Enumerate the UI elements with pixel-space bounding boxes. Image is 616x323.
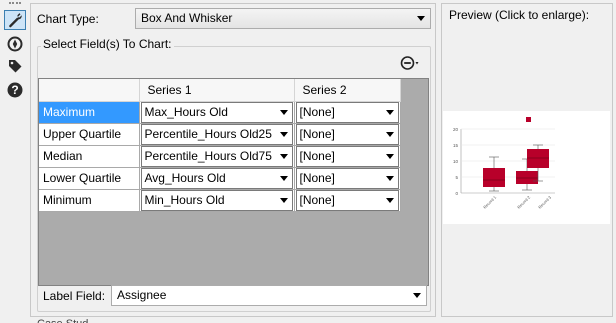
help-icon: ? bbox=[7, 82, 23, 98]
y-tick-label: 0 bbox=[455, 191, 458, 196]
series-1-value: Percentile_Hours Old75 bbox=[144, 148, 272, 163]
grip-handle[interactable] bbox=[9, 2, 21, 5]
series-1-select[interactable]: Max_Hours Old bbox=[140, 101, 293, 123]
svg-text:?: ? bbox=[11, 83, 18, 97]
series-2-cell: [None] bbox=[294, 101, 401, 124]
label-field-value: Assignee bbox=[117, 288, 167, 302]
series-2-cell: [None] bbox=[294, 167, 401, 190]
y-tick-label: 10 bbox=[453, 159, 459, 164]
series-1-select[interactable]: Percentile_Hours Old75 bbox=[140, 145, 293, 167]
preview-title: Preview (Click to enlarge): bbox=[449, 8, 590, 22]
chevron-down-icon bbox=[385, 197, 394, 203]
label-field-dropdown[interactable]: Assignee bbox=[111, 285, 427, 306]
series-2-select[interactable]: [None] bbox=[295, 123, 399, 145]
chevron-down-icon bbox=[279, 197, 288, 203]
row-label[interactable]: Minimum bbox=[39, 189, 140, 212]
series-1-select[interactable]: Percentile_Hours Old25 bbox=[140, 123, 293, 145]
row-label[interactable]: Upper Quartile bbox=[39, 123, 140, 146]
chevron-down-icon bbox=[279, 109, 288, 115]
chevron-down-icon bbox=[279, 153, 288, 159]
chevron-down-icon bbox=[385, 175, 394, 181]
chevron-down-icon bbox=[385, 153, 394, 159]
series-2-cell: [None] bbox=[294, 189, 401, 212]
series-2-value: [None] bbox=[299, 192, 335, 207]
table-row: Maximum Max_Hours Old [None] bbox=[39, 101, 401, 124]
series-1-value: Percentile_Hours Old25 bbox=[144, 126, 272, 141]
row-label[interactable]: Maximum bbox=[39, 101, 140, 124]
x-tick-label: Record 3 bbox=[537, 194, 553, 210]
tag-icon bbox=[7, 58, 23, 74]
series-grid: Series 1 Series 2 Maximum Max_Hours Old … bbox=[38, 78, 429, 286]
minus-circle-icon bbox=[400, 55, 424, 74]
help-tool[interactable]: ? bbox=[4, 80, 26, 100]
bottom-clipped-text: Case Stud... bbox=[37, 318, 98, 323]
table-row: Minimum Min_Hours Old [None] bbox=[39, 189, 401, 212]
x-tick-label: Record 2 bbox=[516, 194, 532, 210]
series-1-cell: Max_Hours Old bbox=[139, 101, 295, 124]
series-table: Series 1 Series 2 Maximum Max_Hours Old … bbox=[39, 79, 401, 212]
table-row: Median Percentile_Hours Old75 [None] bbox=[39, 145, 401, 168]
series-1-cell: Percentile_Hours Old25 bbox=[139, 123, 295, 146]
chevron-down-icon bbox=[413, 293, 421, 298]
configuration-tool[interactable] bbox=[4, 10, 26, 30]
series-2-select[interactable]: [None] bbox=[295, 189, 399, 211]
series-1-cell: Percentile_Hours Old75 bbox=[139, 145, 295, 168]
chart-type-label: Chart Type: bbox=[37, 12, 99, 26]
box-whisker-preview: 20 15 10 5 0 Record 1 Record 2 Record 3 bbox=[453, 117, 555, 210]
chevron-down-icon bbox=[385, 109, 394, 115]
configuration-panel: Chart Type: Box And Whisker Select Field… bbox=[30, 3, 436, 317]
series-2-cell: [None] bbox=[294, 145, 401, 168]
y-tick-label: 15 bbox=[453, 143, 459, 148]
series-2-value: [None] bbox=[299, 148, 335, 163]
series-1-value: Min_Hours Old bbox=[144, 192, 225, 207]
row-label[interactable]: Median bbox=[39, 145, 140, 168]
series-1-header[interactable]: Series 1 bbox=[139, 79, 295, 102]
compass-icon bbox=[7, 36, 23, 52]
preview-panel: Preview (Click to enlarge): 20 15 10 5 0 bbox=[441, 3, 613, 317]
tag-tool[interactable] bbox=[4, 56, 26, 76]
series-1-cell: Min_Hours Old bbox=[139, 189, 295, 212]
compass-tool[interactable] bbox=[4, 34, 26, 54]
table-row: Lower Quartile Avg_Hours Old [None] bbox=[39, 167, 401, 190]
series-2-header[interactable]: Series 2 bbox=[294, 79, 401, 102]
series-1-value: Max_Hours Old bbox=[144, 104, 228, 119]
series-2-select[interactable]: [None] bbox=[295, 145, 399, 167]
series-1-value: Avg_Hours Old bbox=[144, 170, 226, 185]
box-record-1 bbox=[483, 156, 505, 192]
x-tick-label: Record 1 bbox=[482, 194, 498, 210]
series-2-value: [None] bbox=[299, 126, 335, 141]
label-field-label: Label Field: bbox=[43, 289, 106, 303]
series-1-select[interactable]: Min_Hours Old bbox=[140, 189, 293, 211]
y-tick-label: 20 bbox=[453, 127, 459, 132]
grid-corner-header bbox=[39, 79, 140, 102]
grid-header-row: Series 1 Series 2 bbox=[39, 79, 401, 102]
remove-series-button[interactable] bbox=[400, 55, 424, 73]
legend-swatch bbox=[526, 117, 531, 122]
y-tick-label: 5 bbox=[455, 175, 458, 180]
chart-type-dropdown[interactable]: Box And Whisker bbox=[135, 8, 431, 29]
wrench-icon bbox=[7, 12, 23, 28]
chevron-down-icon bbox=[417, 16, 425, 21]
chart-type-value: Box And Whisker bbox=[141, 11, 233, 25]
series-2-select[interactable]: [None] bbox=[295, 167, 399, 189]
select-fields-label: Select Field(s) To Chart: bbox=[41, 37, 174, 51]
series-1-select[interactable]: Avg_Hours Old bbox=[140, 167, 293, 189]
table-row: Upper Quartile Percentile_Hours Old25 [N… bbox=[39, 123, 401, 146]
series-2-select[interactable]: [None] bbox=[295, 101, 399, 123]
chevron-down-icon bbox=[279, 131, 288, 137]
tool-palette: ? bbox=[0, 0, 30, 323]
series-2-value: [None] bbox=[299, 104, 335, 119]
series-2-value: [None] bbox=[299, 170, 335, 185]
chevron-down-icon bbox=[279, 175, 288, 181]
chevron-down-icon bbox=[385, 131, 394, 137]
chart-preview-thumbnail[interactable]: 20 15 10 5 0 Record 1 Record 2 Record 3 bbox=[443, 111, 610, 224]
row-label[interactable]: Lower Quartile bbox=[39, 167, 140, 190]
series-2-cell: [None] bbox=[294, 123, 401, 146]
series-1-cell: Avg_Hours Old bbox=[139, 167, 295, 190]
